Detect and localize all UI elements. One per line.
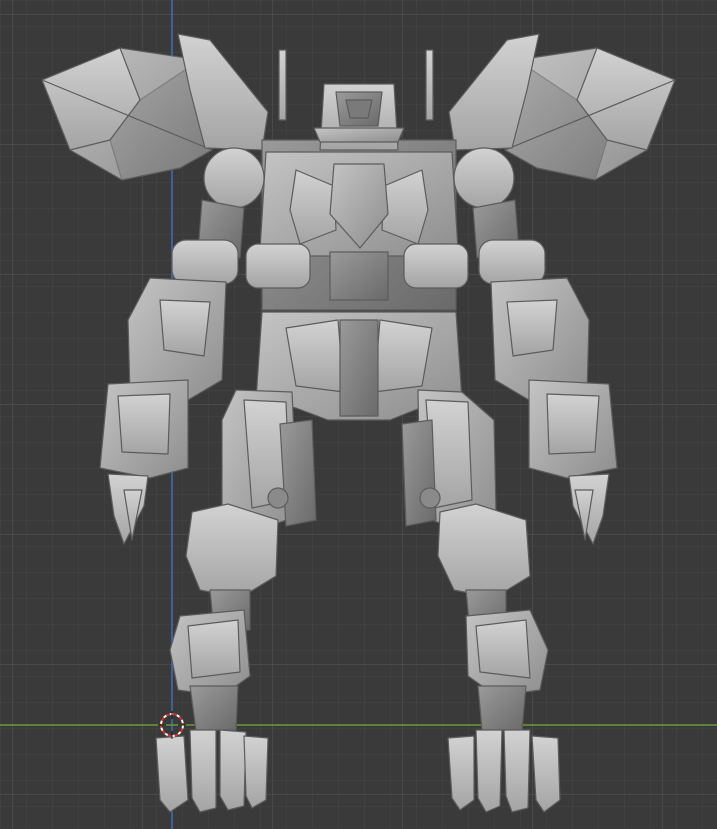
left-antenna[interactable]: [278, 49, 287, 121]
left-foot[interactable]: [155, 729, 269, 813]
right-waist-cylinder[interactable]: [403, 243, 469, 289]
viewport-canvas[interactable]: [0, 0, 717, 829]
right-shoulder-joint[interactable]: [453, 147, 515, 209]
right-antenna[interactable]: [425, 49, 434, 121]
3d-viewport[interactable]: [0, 0, 717, 829]
head[interactable]: [313, 83, 405, 151]
left-waist-cylinder[interactable]: [245, 243, 311, 289]
left-shoulder-joint[interactable]: [203, 147, 265, 209]
